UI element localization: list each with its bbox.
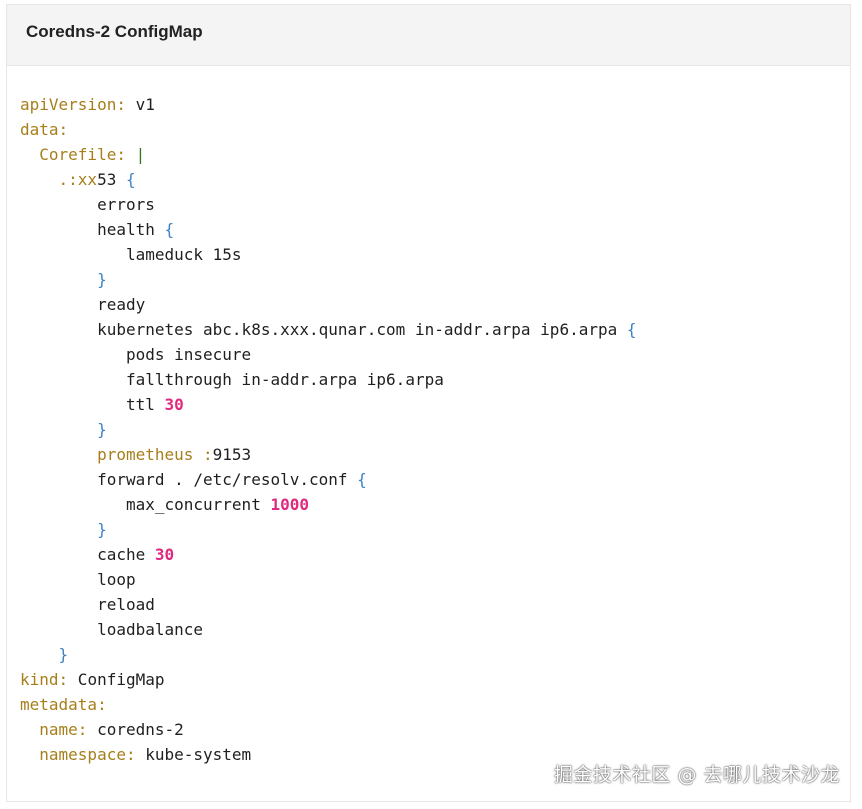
open-brace: { [357, 470, 367, 489]
yaml-key: metadata: [20, 695, 107, 714]
code-line-26: name: coredns-2 [20, 717, 637, 742]
server-block-key: .:xx [58, 170, 98, 189]
card-title: Coredns-2 ConfigMap [26, 22, 203, 41]
code-text: forward . /etc/resolv.conf [20, 470, 358, 489]
yaml-key: prometheus : [97, 445, 213, 464]
code-line-8: } [20, 267, 637, 292]
open-brace: { [164, 220, 175, 239]
code-line-18: } [20, 517, 637, 542]
yaml-key: name: [39, 720, 88, 739]
yaml-key: kind: [20, 670, 69, 689]
close-brace: } [58, 645, 69, 664]
yaml-key: data: [20, 120, 69, 139]
configmap-card: Coredns-2 ConfigMap apiVersion: v1 data: … [6, 4, 851, 802]
open-brace: { [125, 170, 136, 189]
code-line-3: Corefile: | [20, 142, 637, 167]
code-line-16: forward . /etc/resolv.conf { [20, 467, 637, 492]
number-literal: 30 [164, 395, 184, 414]
code-line-10: kubernetes abc.k8s.xxx.qunar.com in-addr… [20, 317, 637, 342]
number-literal: 1000 [270, 495, 309, 514]
code-text: 53 [97, 170, 126, 189]
code-text: kubernetes abc.k8s.xxx.qunar.com in-addr… [20, 320, 627, 339]
watermark: 掘金技术社区 @ 去哪儿技术沙龙 [553, 764, 840, 786]
yaml-value: v1 [125, 95, 155, 114]
code-line-14: } [20, 417, 637, 442]
yaml-key: Corefile: [39, 145, 126, 164]
card-header: Coredns-2 ConfigMap [7, 5, 850, 66]
code-line-24: kind: ConfigMap [20, 667, 637, 692]
code-line-12: fallthrough in-addr.arpa ip6.arpa [20, 370, 444, 389]
code-line-25: metadata: [20, 692, 637, 717]
code-line-27: namespace: kube-system [20, 742, 637, 767]
code-line-22: loadbalance [20, 620, 204, 639]
code-line-5: errors [20, 195, 155, 214]
code-text: max_concurrent [20, 495, 271, 514]
code-line-17: max_concurrent 1000 [20, 492, 637, 517]
code-line-7: lameduck 15s [20, 245, 242, 264]
code-text: 9153 [212, 445, 252, 464]
code-line-2: data: [20, 117, 637, 142]
code-text: ttl [20, 395, 165, 414]
close-brace: } [97, 520, 107, 539]
code-line-6: health { [20, 217, 637, 242]
code-line-1: apiVersion: v1 [20, 92, 637, 117]
block-scalar-indicator: | [125, 145, 146, 164]
yaml-key: namespace: [39, 745, 136, 764]
open-brace: { [626, 320, 637, 339]
code-line-15: prometheus :9153 [20, 442, 637, 467]
yaml-key: apiVersion: [20, 95, 126, 114]
code-line-21: reload [20, 595, 155, 614]
code-text: health [20, 220, 165, 239]
code-line-19: cache 30 [20, 542, 637, 567]
code-block: apiVersion: v1 data: Corefile: | .:xx53 {… [20, 92, 637, 767]
close-brace: } [97, 420, 107, 439]
yaml-value: coredns-2 [87, 720, 184, 739]
code-line-23: } [20, 642, 637, 667]
number-literal: 30 [154, 545, 175, 564]
yaml-value: ConfigMap [68, 670, 165, 689]
close-brace: } [97, 270, 107, 289]
code-text: cache [20, 545, 155, 564]
code-line-9: ready [20, 295, 146, 314]
code-line-20: loop [20, 570, 136, 589]
code-line-13: ttl 30 [20, 392, 637, 417]
yaml-value: kube-system [135, 745, 252, 764]
code-line-11: pods insecure [20, 345, 252, 364]
code-line-4: .:xx53 { [20, 167, 637, 192]
